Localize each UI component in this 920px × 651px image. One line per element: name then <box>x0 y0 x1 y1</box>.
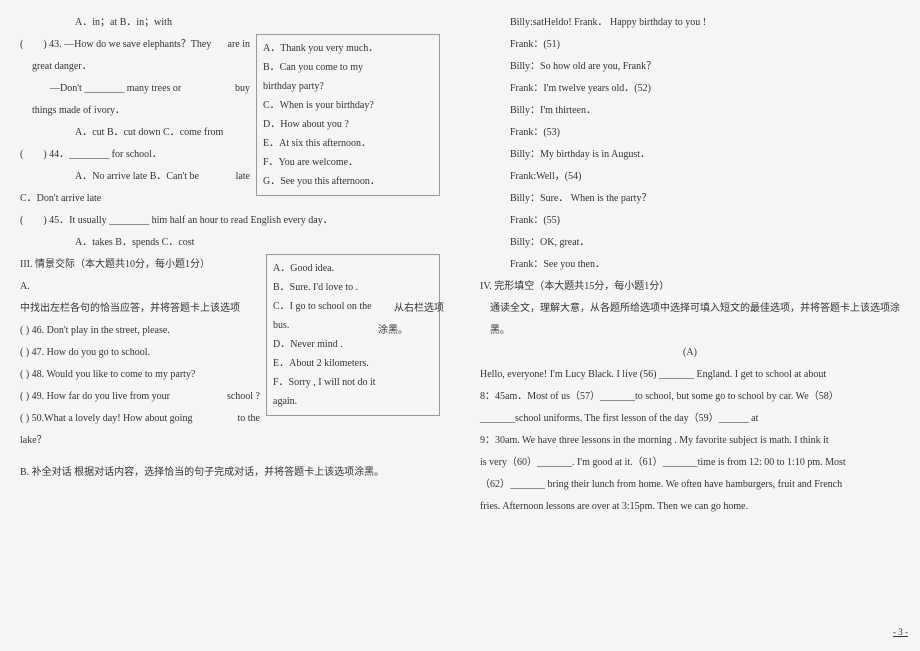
answer-box-1: A．Thank you very much． B．Can you come to… <box>256 34 440 196</box>
billy-ask-age: Billy：So how old are you, Frank？ <box>480 56 900 78</box>
section-3a-label: A. <box>20 276 440 298</box>
q43-trail: are in <box>228 34 251 56</box>
frank-53: Frank：(53) <box>480 122 900 144</box>
box1-e: E．At six this afternoon． <box>263 134 433 153</box>
passage-line-6: （62）_______ bring their lunch from home.… <box>480 474 900 496</box>
box1-b: B．Can you come to my <box>263 58 433 77</box>
frank-see: Frank：See you then． <box>480 254 900 276</box>
billy-sure: Billy：Sure． When is the party？ <box>480 188 900 210</box>
sec3a-black: 涂黑。 <box>378 320 408 342</box>
box2-f: F．Sorry , I will not do it <box>273 373 433 392</box>
passage-line-2: 8：45am．Most of us（57）_______to school, b… <box>480 386 900 408</box>
right-column: Billy:satHeldo! Frank． Happy birthday to… <box>460 0 920 651</box>
q45: ( ) 45．It usually ________ him half an h… <box>20 210 440 232</box>
passage-line-4: 9：30am. We have three lessons in the mor… <box>480 430 900 452</box>
box1-f: F．You are welcome． <box>263 153 433 172</box>
q43-text: ( ) 43. —How do we save elephants？They <box>20 39 211 50</box>
billy-ok: Billy：OK, great． <box>480 232 900 254</box>
left-column: A．in；at B．in；with A．Thank you very much．… <box>0 0 460 651</box>
passage-line-3: _______school uniforms. The first lesson… <box>480 408 900 430</box>
q50b: lake？ <box>20 430 440 452</box>
section-3-title: III. 情景交际（本大题共10分，每小题1分） <box>20 254 440 276</box>
billy-thirteen: Billy：I'm thirteen． <box>480 100 900 122</box>
box1-d: D．How about you ? <box>263 115 433 134</box>
frank-well: Frank:Well，(54) <box>480 166 900 188</box>
section-4-intro: 通读全文，理解大意，从各题所给选项中选择可填入短文的最佳选项，并将答题卡上该选项… <box>480 298 900 342</box>
frank-52: Frank：I'm twelve years old．(52) <box>480 78 900 100</box>
box2-f2: again. <box>273 392 433 411</box>
box1-a: A．Thank you very much． <box>263 39 433 58</box>
q50-trail: to the <box>238 408 261 430</box>
passage-line-7: fries. Afternoon lessons are over at 3:1… <box>480 496 900 518</box>
q45-opts: A．takes B．spends C．cost <box>20 232 440 254</box>
dialog-overlap: Billy:satHeldo! Frank． Happy birthday to… <box>480 12 900 34</box>
box2-e: E．About 2 kilometers. <box>273 354 433 373</box>
q50-text: ( ) 50.What a lovely day! How about goin… <box>20 413 192 424</box>
sec3a-trail: 从右栏选项 <box>394 298 444 320</box>
box1-c: C．When is your birthday? <box>263 96 433 115</box>
section-3a-text: 中找出左栏各句的恰当应答，并将答题卡上该选项 <box>20 298 440 320</box>
section-3b-head: B. 补全对话 根据对话内容，选择恰当的句子完成对话，并将答题卡上该选项涂黑。 <box>20 462 440 484</box>
box1-g: G．See you this afternoon． <box>263 172 433 191</box>
q44opts-trail: late <box>236 166 250 188</box>
q43c-text: —Don't ________ many trees or <box>50 83 181 94</box>
passage-line-1: Hello, everyone! I'm Lucy Black. I live … <box>480 364 900 386</box>
q43c-trail: buy <box>235 78 250 100</box>
frank-51: Frank：(51) <box>480 34 900 56</box>
box1-b2: birthday party? <box>263 77 433 96</box>
frank-55: Frank：(55) <box>480 210 900 232</box>
q49-text: ( ) 49. How far do you live from your <box>20 391 170 402</box>
billy-august: Billy：My birthday is in August． <box>480 144 900 166</box>
page-number: - 3 - <box>893 623 908 643</box>
q49-trail: school ? <box>227 386 260 408</box>
box2-d: D．Never mind . <box>273 335 433 354</box>
section-4-title: IV. 完形填空（本大题共15分，每小题1分） <box>480 276 900 298</box>
passage-line-5: is very（60）_______. I'm good at it.（61）_… <box>480 452 900 474</box>
opts-42: A．in；at B．in；with <box>20 12 440 34</box>
passage-a-label: (A) <box>480 342 900 364</box>
q44opts-text: A．No arrive late B．Can't be <box>75 171 199 182</box>
